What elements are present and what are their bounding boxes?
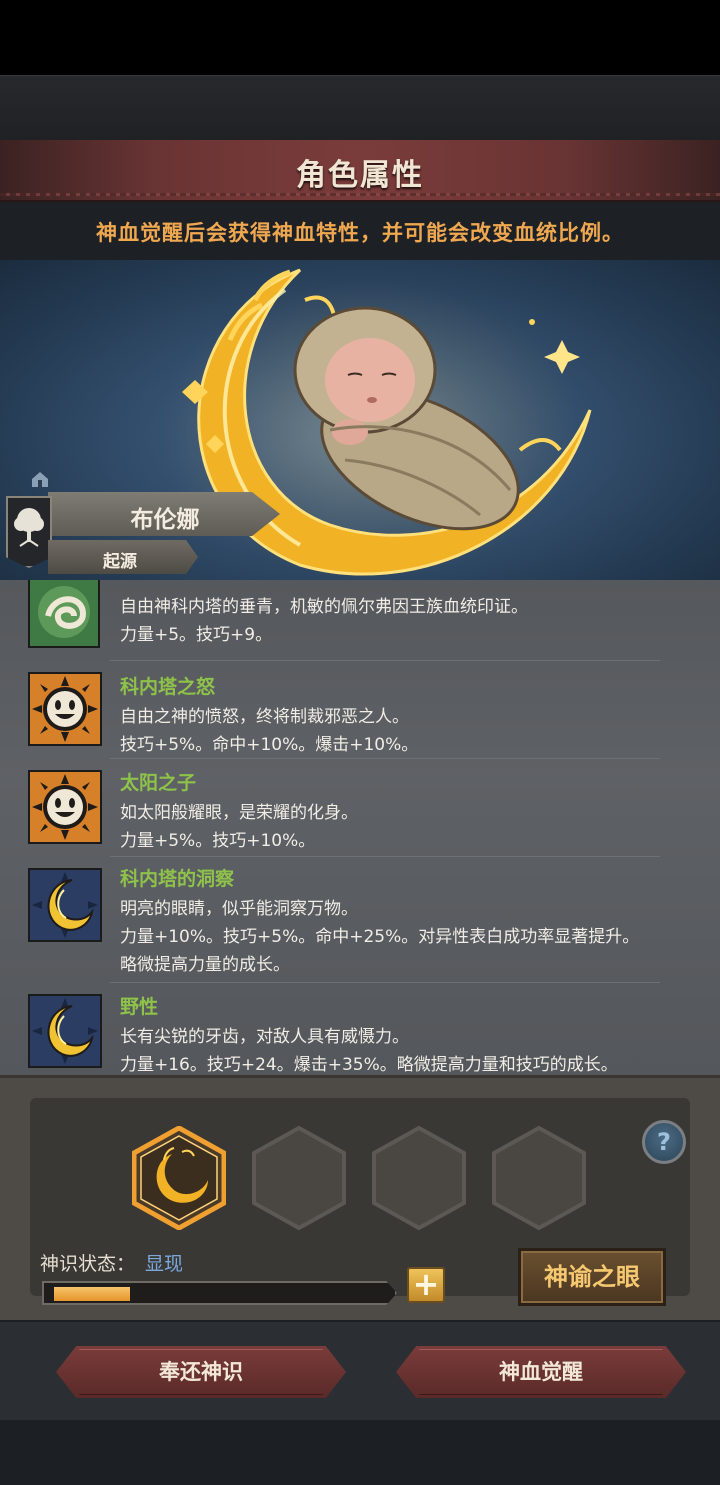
crescent-moon-icon (28, 994, 102, 1068)
divine-slot-empty[interactable] (252, 1126, 346, 1230)
trait-stats: 力量+5。技巧+9。 (120, 625, 273, 645)
help-button[interactable]: ? (642, 1120, 686, 1164)
divine-slot-active[interactable] (132, 1126, 226, 1230)
character-name: 布伦娜 (130, 507, 200, 533)
crescent-moon-icon (28, 868, 102, 942)
trait-stats: 技巧+5%。命中+10%。爆击+10%。 (120, 735, 419, 755)
trait-item[interactable]: 科内塔的洞察 明亮的眼睛，似乎能洞察万物。 力量+10%。技巧+5%。命中+25… (0, 864, 720, 984)
divine-slot-empty[interactable] (492, 1126, 586, 1230)
divine-slots-panel: ? 神识状态： 显现 + 神谕之眼 (30, 1098, 690, 1306)
trait-description: 如太阳般耀眼，是荣耀的化身。 (120, 803, 358, 823)
trait-description: 自由之神的愤怒，终将制裁邪恶之人。 (120, 707, 409, 727)
add-divine-button[interactable]: + (407, 1267, 445, 1303)
character-name-plate: 布伦娜 起源 (0, 470, 290, 580)
title-bar: 角色属性 (0, 140, 720, 202)
trait-stats: 力量+5%。技巧+10%。 (120, 831, 316, 851)
family-banner (6, 496, 52, 568)
oracle-eye-button[interactable]: 神谕之眼 (518, 1248, 666, 1306)
trait-item[interactable]: 太阳之子 如太阳般耀眼，是荣耀的化身。 力量+5%。技巧+10%。 (0, 766, 720, 862)
trait-name: 科内塔的洞察 (120, 868, 235, 890)
wind-swirl-icon (28, 580, 100, 648)
divider (110, 758, 660, 759)
sun-face-icon (28, 770, 102, 844)
origin-label[interactable]: 起源 (60, 547, 180, 572)
trait-description: 明亮的眼睛，似乎能洞察万物。 (120, 899, 358, 919)
divider (110, 856, 660, 857)
divine-slot-empty[interactable] (372, 1126, 466, 1230)
divine-panel: ? 神识状态： 显现 + 神谕之眼 (0, 1075, 720, 1320)
status-bar-area (0, 0, 720, 75)
return-divine-button[interactable]: 奉还神识 (56, 1346, 346, 1398)
divine-progress-bar (42, 1281, 397, 1305)
trait-stats: 力量+16。技巧+24。爆击+35%。略微提高力量和技巧的成长。 (120, 1055, 618, 1075)
divine-progress-fill (54, 1287, 130, 1301)
trait-item[interactable]: 科内塔之怒 自由之神的愤怒，终将制裁邪恶之人。 技巧+5%。命中+10%。爆击+… (0, 668, 720, 764)
trait-description: 自由神科内塔的垂青，机敏的佩尔弗因王族血统印证。 (120, 597, 528, 617)
trait-name: 科内塔之怒 (120, 676, 216, 698)
trait-stats: 力量+10%。技巧+5%。命中+25%。对异性表白成功率显著提升。 (120, 927, 640, 947)
bottom-area (0, 1420, 720, 1485)
trait-item[interactable]: 自由神科内塔的垂青，机敏的佩尔弗因王族血统印证。 力量+5。技巧+9。 (0, 580, 720, 660)
awakening-hint: 神血觉醒后会获得神血特性，并可能会改变血统比例。 (96, 221, 624, 245)
trait-item[interactable]: 野性 长有尖锐的牙齿，对敌人具有威慑力。 力量+16。技巧+24。爆击+35%。… (0, 990, 720, 1075)
home-icon (32, 472, 48, 487)
trait-list[interactable]: 自由神科内塔的垂青，机敏的佩尔弗因王族血统印证。 力量+5。技巧+9。 科内塔之… (0, 580, 720, 1075)
action-bar: 奉还神识 神血觉醒 (0, 1320, 720, 1420)
divider (110, 660, 660, 661)
blood-awaken-button[interactable]: 神血觉醒 (396, 1346, 686, 1398)
trait-stats-extra: 略微提高力量的成长。 (120, 955, 290, 975)
divine-status-label: 神识状态： (40, 1253, 136, 1275)
divider (110, 982, 660, 983)
trait-name: 太阳之子 (120, 772, 197, 794)
tree-crest-icon (14, 508, 44, 547)
subtitle-bar: 神血觉醒后会获得神血特性，并可能会改变血统比例。 (0, 202, 720, 260)
trait-description: 长有尖锐的牙齿，对敌人具有威慑力。 (120, 1027, 409, 1047)
divine-status-value: 显现 (145, 1253, 184, 1275)
sun-face-icon (28, 672, 102, 746)
page-title: 角色属性 (296, 158, 424, 193)
trait-name: 野性 (120, 996, 159, 1018)
top-band (0, 75, 720, 140)
